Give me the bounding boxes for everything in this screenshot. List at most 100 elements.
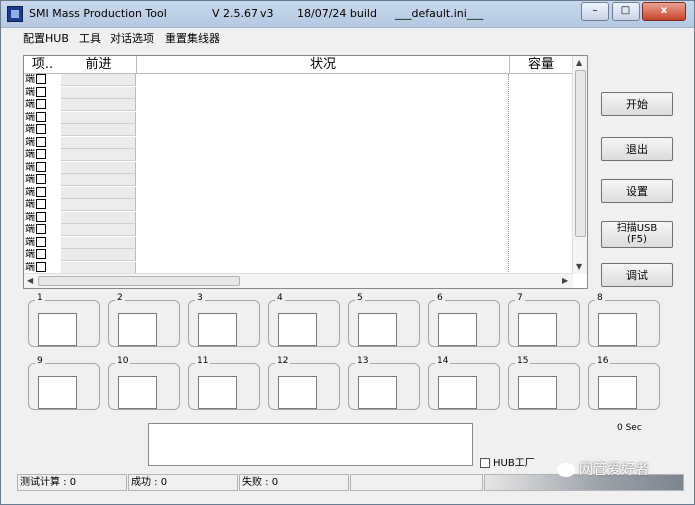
row-checkbox[interactable] [36, 236, 46, 247]
row-checkbox[interactable] [36, 136, 46, 147]
row-checkbox[interactable] [36, 161, 46, 172]
horizontal-scrollbar[interactable]: ◀ ▶ [24, 273, 573, 288]
row-progress-cell [61, 249, 136, 261]
menu-reset-hub[interactable]: 重置集线器 [165, 30, 220, 46]
row-port-label: 端 [25, 99, 35, 110]
minimize-button[interactable]: – [581, 2, 609, 21]
list-item[interactable]: 端 [25, 86, 61, 99]
list-item[interactable]: 端 [25, 186, 61, 199]
scroll-left-icon[interactable]: ◀ [27, 276, 33, 285]
hub-factory-option[interactable]: HUB工厂 [480, 454, 535, 469]
list-item[interactable]: 端 [25, 111, 61, 124]
list-item[interactable]: 端 [25, 136, 61, 149]
row-port-label: 端 [25, 86, 35, 98]
port-panel-1: 1 [28, 293, 100, 347]
row-port-label: 端 [25, 261, 35, 273]
title-bar[interactable]: SMI Mass Production Tool V 2.5.67 v3 18/… [1, 1, 694, 28]
menu-dialog-options[interactable]: 对话选项 [110, 30, 154, 46]
port-panel-12: 12 [268, 356, 340, 410]
port-panel-2: 2 [108, 293, 180, 347]
settings-button[interactable]: 设置 [601, 179, 673, 203]
list-item[interactable]: 端 [25, 149, 61, 161]
vertical-scroll-thumb[interactable] [575, 70, 586, 237]
app-window: SMI Mass Production Tool V 2.5.67 v3 18/… [0, 0, 695, 505]
row-progress-cell [61, 211, 136, 224]
exit-button[interactable]: 退出 [601, 137, 673, 161]
hub-factory-checkbox[interactable] [480, 458, 490, 468]
row-checkbox[interactable] [36, 174, 46, 184]
scroll-down-icon[interactable]: ▼ [576, 262, 582, 271]
list-item[interactable]: 端 [25, 124, 61, 136]
port-status-indicator [438, 376, 477, 409]
row-checkbox[interactable] [36, 124, 46, 134]
port-status-indicator [438, 313, 477, 346]
list-item[interactable]: 端 [25, 236, 61, 249]
port-status-indicator [38, 376, 77, 409]
column-header-capacity[interactable]: 容量 [510, 56, 573, 74]
scroll-right-icon[interactable]: ▶ [562, 276, 568, 285]
horizontal-scroll-thumb[interactable] [38, 276, 240, 286]
port-panel-15: 15 [508, 356, 580, 410]
row-checkbox[interactable] [36, 99, 46, 109]
row-progress-cell [61, 86, 136, 99]
port-number-label: 3 [195, 293, 205, 303]
row-checkbox[interactable] [36, 74, 46, 84]
device-list[interactable]: 项.. 前进 状况 容量 端端端端端端端端端端端端端端端端 ▲ ▼ ◀ ▶ [23, 55, 588, 289]
status-fail: 失败 : 0 [239, 474, 349, 491]
row-checkbox[interactable] [36, 149, 46, 159]
debug-button[interactable]: 调试 [601, 263, 673, 287]
scroll-up-icon[interactable]: ▲ [576, 58, 582, 67]
menu-config-hub[interactable]: 配置HUB [23, 30, 69, 46]
vertical-scrollbar[interactable]: ▲ ▼ [572, 56, 587, 274]
close-button[interactable]: x [642, 2, 686, 21]
row-checkbox[interactable] [36, 199, 46, 209]
row-checkbox[interactable] [36, 211, 46, 222]
list-item[interactable]: 端 [25, 261, 61, 274]
port-number-label: 11 [195, 356, 211, 366]
status-empty-1 [350, 474, 483, 491]
list-item[interactable]: 端 [25, 249, 61, 261]
port-panel-10: 10 [108, 356, 180, 410]
list-item[interactable]: 端 [25, 74, 61, 86]
row-checkbox[interactable] [36, 111, 46, 122]
scan-usb-button[interactable]: 扫描USB (F5) [601, 221, 673, 248]
menu-tools[interactable]: 工具 [79, 30, 101, 46]
maximize-button[interactable]: □ [611, 2, 640, 21]
port-panel-7: 7 [508, 293, 580, 347]
row-checkbox[interactable] [36, 261, 46, 272]
version-label: V 2.5.67 [212, 7, 259, 20]
row-checkbox[interactable] [36, 86, 46, 97]
row-progress-cell [61, 224, 136, 236]
list-item[interactable]: 端 [25, 99, 61, 111]
port-status-indicator [118, 376, 157, 409]
row-checkbox[interactable] [36, 249, 46, 259]
column-header-status[interactable]: 状况 [137, 56, 510, 74]
row-port-label: 端 [25, 211, 35, 223]
port-number-label: 1 [35, 293, 45, 303]
menu-bar: 配置HUB 工具 对话选项 重置集线器 [1, 28, 694, 45]
port-status-indicator [278, 376, 317, 409]
port-panel-16: 16 [588, 356, 660, 410]
list-item[interactable]: 端 [25, 199, 61, 211]
row-port-label: 端 [25, 224, 35, 235]
row-port-label: 端 [25, 149, 35, 160]
column-header-item[interactable]: 项.. [24, 56, 62, 74]
column-header-progress[interactable]: 前进 [61, 56, 137, 74]
port-number-label: 12 [275, 356, 291, 366]
port-status-indicator [358, 313, 397, 346]
port-number-label: 15 [515, 356, 531, 366]
row-port-label: 端 [25, 136, 35, 148]
list-item[interactable]: 端 [25, 161, 61, 174]
list-item[interactable]: 端 [25, 211, 61, 224]
list-item[interactable]: 端 [25, 224, 61, 236]
row-port-label: 端 [25, 249, 35, 260]
row-checkbox[interactable] [36, 186, 46, 197]
row-checkbox[interactable] [36, 224, 46, 234]
port-status-indicator [118, 313, 157, 346]
port-panel-11: 11 [188, 356, 260, 410]
row-progress-cell [61, 111, 136, 124]
wechat-icon [557, 463, 575, 477]
row-progress-cell [61, 236, 136, 249]
start-button[interactable]: 开始 [601, 92, 673, 116]
list-item[interactable]: 端 [25, 174, 61, 186]
